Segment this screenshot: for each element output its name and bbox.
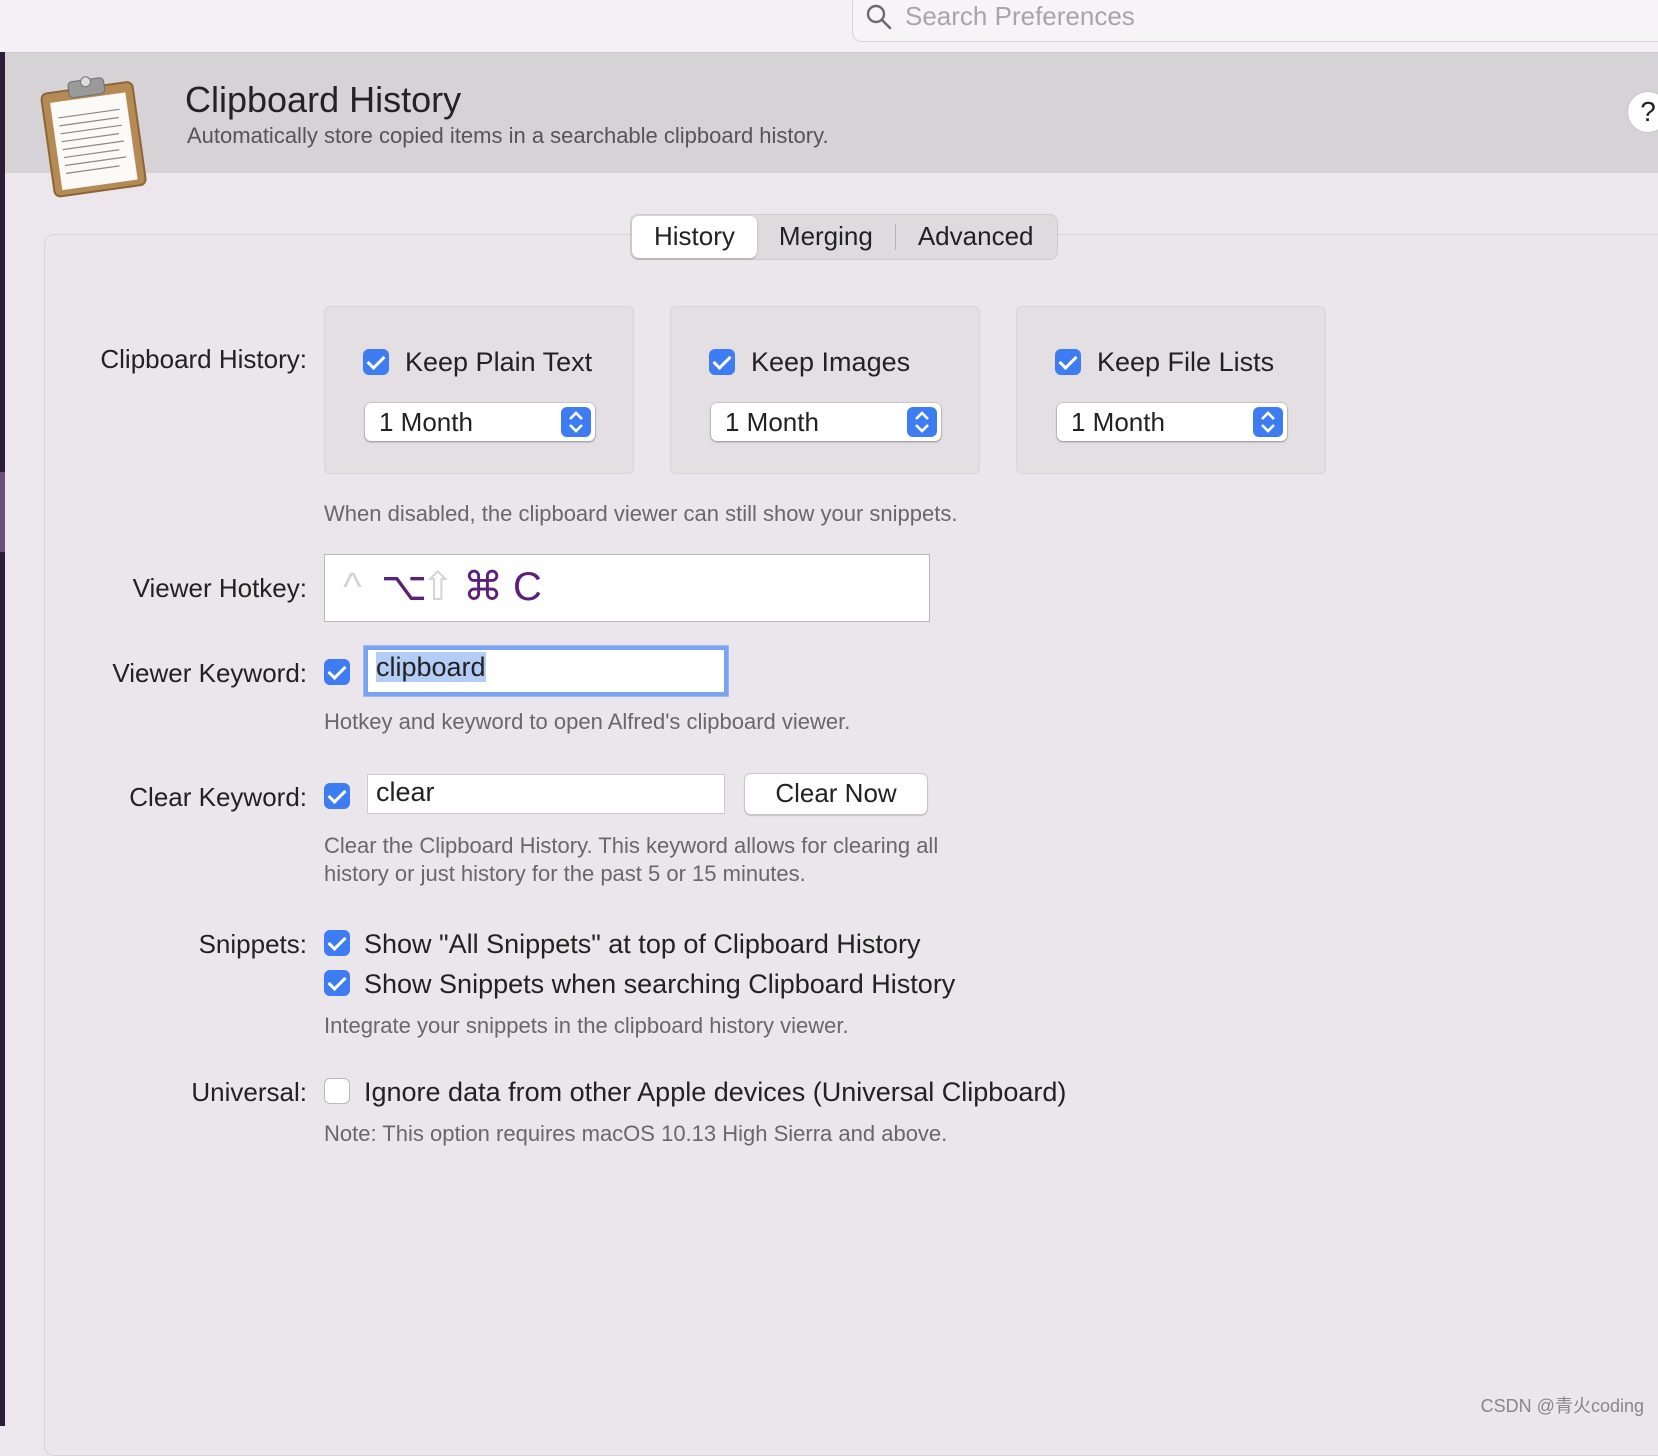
clear-keyword-label: Clear Keyword: (129, 782, 307, 812)
chevron-up-down-icon (907, 407, 937, 437)
command-key-icon: ⌘ (463, 565, 503, 609)
ignore-universal-clipboard-checkbox[interactable] (324, 1078, 350, 1104)
chevron-up-down-icon (561, 407, 591, 437)
tab-bar: History Merging Advanced (630, 214, 1058, 260)
tab-merging[interactable]: Merging (757, 216, 895, 258)
select-value: 1 Month (379, 407, 473, 437)
hotkey-letter: C (513, 565, 542, 609)
clear-keyword-input[interactable]: clear (367, 774, 725, 814)
keep-images-duration-select[interactable]: 1 Month (711, 403, 941, 441)
snippets-label: Snippets: (198, 929, 307, 959)
clear-keyword-help-line1: Clear the Clipboard History. This keywor… (324, 833, 939, 858)
viewer-keyword-value: clipboard (376, 652, 486, 682)
clear-keyword-help-line2: history or just history for the past 5 o… (324, 861, 806, 886)
snippets-help: Integrate your snippets in the clipboard… (324, 1013, 849, 1038)
clear-now-button[interactable]: Clear Now (744, 773, 928, 815)
keep-file-lists-checkbox[interactable] (1055, 349, 1081, 375)
viewer-hotkey-label: Viewer Hotkey: (132, 573, 307, 603)
page-title: Clipboard History (185, 79, 462, 120)
keep-images-label: Keep Images (751, 347, 911, 377)
keep-plain-text-label: Keep Plain Text (405, 347, 593, 377)
shift-key-icon: ⇧ (421, 565, 455, 609)
ignore-universal-clipboard-label: Ignore data from other Apple devices (Un… (364, 1077, 1067, 1107)
clipboard-history-help: When disabled, the clipboard viewer can … (324, 501, 958, 526)
window-edge (0, 52, 5, 1426)
tab-advanced[interactable]: Advanced (896, 216, 1056, 258)
header: Clipboard History Automatically store co… (5, 53, 1658, 198)
search-input[interactable] (905, 1, 1605, 31)
clear-keyword-value: clear (376, 777, 435, 807)
viewer-keyword-checkbox[interactable] (324, 659, 350, 685)
control-key-icon: ^ (343, 565, 362, 609)
viewer-keyword-input[interactable]: clipboard (364, 646, 728, 696)
viewer-keyword-help: Hotkey and keyword to open Alfred's clip… (324, 709, 851, 734)
keep-file-lists-duration-select[interactable]: 1 Month (1057, 403, 1287, 441)
search-field[interactable] (852, 0, 1658, 42)
keep-plain-text-group: Keep Plain Text 1 Month (324, 306, 634, 474)
top-bar (0, 0, 1658, 53)
keep-plain-text-checkbox[interactable] (363, 349, 389, 375)
help-button[interactable]: ? (1627, 91, 1658, 133)
show-all-snippets-checkbox[interactable] (324, 930, 350, 956)
clipboard-history-label: Clipboard History: (100, 344, 307, 374)
keep-plain-text-duration-select[interactable]: 1 Month (365, 403, 595, 441)
search-icon (866, 4, 892, 30)
show-all-snippets-label: Show "All Snippets" at top of Clipboard … (364, 929, 921, 959)
watermark: CSDN @青火coding (1480, 1396, 1644, 1416)
clear-keyword-checkbox[interactable] (324, 783, 350, 809)
select-value: 1 Month (725, 407, 819, 437)
tab-history[interactable]: History (632, 216, 757, 258)
keep-file-lists-label: Keep File Lists (1097, 347, 1275, 377)
show-snippets-searching-label: Show Snippets when searching Clipboard H… (364, 969, 956, 999)
chevron-up-down-icon (1253, 407, 1283, 437)
clipboard-icon (40, 76, 147, 198)
universal-help: Note: This option requires macOS 10.13 H… (324, 1121, 948, 1146)
viewer-keyword-label: Viewer Keyword: (112, 658, 307, 688)
keep-file-lists-group: Keep File Lists 1 Month (1016, 306, 1326, 474)
keep-images-group: Keep Images 1 Month (670, 306, 980, 474)
keep-images-checkbox[interactable] (709, 349, 735, 375)
page-subtitle: Automatically store copied items in a se… (187, 123, 829, 148)
viewer-hotkey-field[interactable]: ^ ⌥ ⇧ ⌘ C (324, 554, 930, 622)
select-value: 1 Month (1071, 407, 1165, 437)
universal-label: Universal: (191, 1077, 307, 1107)
show-snippets-searching-checkbox[interactable] (324, 970, 350, 996)
